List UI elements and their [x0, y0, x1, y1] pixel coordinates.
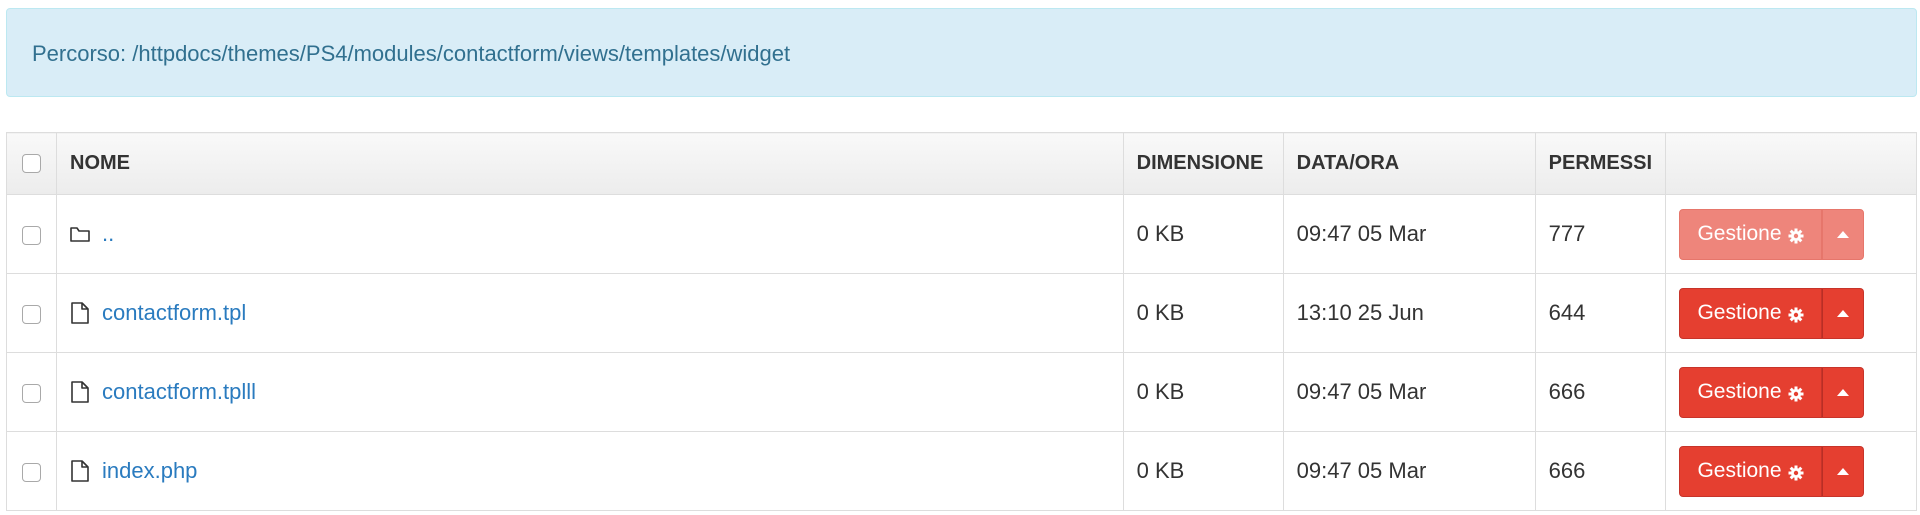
actions-cell: Gestione [1665, 194, 1917, 274]
file-icon [70, 459, 90, 483]
file-table: NOME DIMENSIONE DATA/ORA PERMESSI .. 0 K… [6, 132, 1917, 511]
header-permissions[interactable]: PERMESSI [1534, 132, 1667, 195]
size-cell: 0 KB [1122, 273, 1284, 353]
manage-button-group: Gestione [1679, 366, 1864, 418]
name-cell: contactform.tpl [56, 273, 1124, 353]
name-cell: contactform.tplll [56, 352, 1124, 432]
name-cell: .. [56, 194, 1124, 274]
file-name-link[interactable]: index.php [102, 458, 197, 484]
manage-dropdown-toggle[interactable] [1822, 287, 1864, 339]
caret-up-icon [1837, 388, 1849, 396]
manage-button-group: Gestione [1679, 287, 1864, 339]
table-header-row: NOME DIMENSIONE DATA/ORA PERMESSI [6, 132, 1917, 195]
header-name[interactable]: NOME [56, 132, 1124, 195]
row-checkbox-cell [6, 352, 57, 432]
table-row: contactform.tplll 0 KB 09:47 05 Mar 666 … [6, 352, 1917, 432]
table-row: .. 0 KB 09:47 05 Mar 777 Gestione [6, 194, 1917, 274]
name-cell: index.php [56, 431, 1124, 511]
manage-button-label: Gestione [1697, 301, 1782, 324]
permissions-cell: 666 [1534, 352, 1667, 432]
row-checkbox-cell [6, 194, 57, 274]
actions-cell: Gestione [1665, 352, 1917, 432]
manage-dropdown-toggle[interactable] [1822, 445, 1864, 497]
manage-button-group: Gestione [1679, 445, 1864, 497]
table-row: contactform.tpl 0 KB 13:10 25 Jun 644 Ge… [6, 273, 1917, 353]
gear-icon [1788, 305, 1804, 323]
table-row: index.php 0 KB 09:47 05 Mar 666 Gestione [6, 431, 1917, 511]
file-name-link[interactable]: contactform.tplll [102, 379, 256, 405]
file-icon [70, 380, 90, 404]
actions-cell: Gestione [1665, 273, 1917, 353]
manage-button-label: Gestione [1697, 222, 1782, 245]
gear-icon [1788, 384, 1804, 402]
date-cell: 09:47 05 Mar [1282, 352, 1536, 432]
manage-button[interactable]: Gestione [1679, 287, 1822, 339]
row-checkbox-cell [6, 431, 57, 511]
path-breadcrumb: Percorso: /httpdocs/themes/PS4/modules/c… [6, 8, 1917, 97]
size-cell: 0 KB [1122, 431, 1284, 511]
row-checkbox-cell [6, 273, 57, 353]
manage-dropdown-toggle[interactable] [1822, 366, 1864, 418]
manage-button-group: Gestione [1679, 208, 1864, 260]
caret-up-icon [1837, 467, 1849, 475]
file-name-link[interactable]: contactform.tpl [102, 300, 246, 326]
permissions-cell: 644 [1534, 273, 1667, 353]
gear-icon [1788, 226, 1804, 244]
manage-button[interactable]: Gestione [1679, 445, 1822, 497]
header-actions [1665, 132, 1917, 195]
permissions-cell: 777 [1534, 194, 1667, 274]
caret-up-icon [1837, 230, 1849, 238]
row-checkbox[interactable] [22, 225, 41, 245]
size-cell: 0 KB [1122, 194, 1284, 274]
path-text: Percorso: /httpdocs/themes/PS4/modules/c… [32, 41, 791, 66]
size-cell: 0 KB [1122, 352, 1284, 432]
permissions-cell: 666 [1534, 431, 1667, 511]
row-checkbox[interactable] [22, 383, 41, 403]
file-icon [70, 301, 90, 325]
header-size[interactable]: DIMENSIONE [1122, 132, 1284, 195]
date-cell: 13:10 25 Jun [1282, 273, 1536, 353]
date-cell: 09:47 05 Mar [1282, 431, 1536, 511]
gear-icon [1788, 463, 1804, 481]
row-checkbox[interactable] [22, 304, 41, 324]
caret-up-icon [1837, 309, 1849, 317]
manage-dropdown-toggle[interactable] [1822, 208, 1864, 260]
header-date[interactable]: DATA/ORA [1282, 132, 1536, 195]
select-all-cell [6, 132, 57, 195]
folder-icon [70, 222, 90, 246]
row-checkbox[interactable] [22, 462, 41, 482]
actions-cell: Gestione [1665, 431, 1917, 511]
manage-button[interactable]: Gestione [1679, 366, 1822, 418]
manage-button[interactable]: Gestione [1679, 208, 1822, 260]
manage-button-label: Gestione [1697, 459, 1782, 482]
select-all-checkbox[interactable] [22, 154, 41, 174]
manage-button-label: Gestione [1697, 380, 1782, 403]
file-name-link[interactable]: .. [102, 221, 114, 247]
date-cell: 09:47 05 Mar [1282, 194, 1536, 274]
